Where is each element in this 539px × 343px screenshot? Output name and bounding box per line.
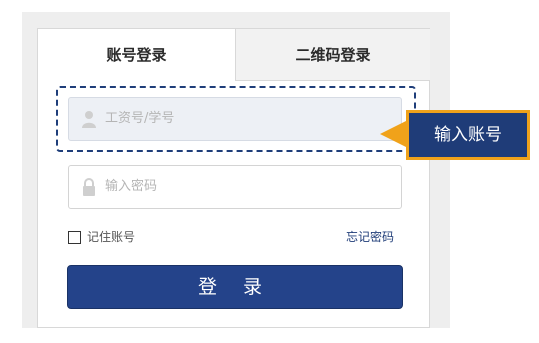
tab-account-login[interactable]: 账号登录: [38, 29, 235, 81]
password-placeholder: 输入密码: [105, 179, 158, 194]
tab-qrcode-login[interactable]: 二维码登录: [235, 29, 430, 81]
remember-checkbox[interactable]: [68, 230, 81, 244]
login-button[interactable]: 登 录: [67, 265, 403, 309]
callout-arrow: [380, 120, 408, 148]
forgot-password-link[interactable]: 忘记密码: [346, 229, 394, 245]
username-highlight-outline: [56, 86, 416, 152]
lock-icon: [83, 178, 95, 196]
password-field[interactable]: 输入密码: [68, 165, 402, 209]
remember-label: 记住账号: [87, 230, 136, 244]
callout-box: 输入账号: [406, 110, 530, 160]
callout-label: 输入账号: [409, 113, 527, 157]
remember-account[interactable]: 记住账号: [68, 229, 135, 245]
